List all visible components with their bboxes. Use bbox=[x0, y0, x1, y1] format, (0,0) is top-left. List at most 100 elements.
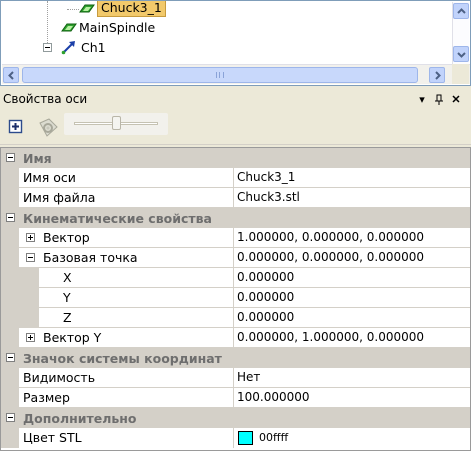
property-name: X bbox=[63, 270, 72, 285]
tree-horizontal-scrollbar[interactable] bbox=[2, 64, 470, 84]
tree-node-label: Chuck3_1 bbox=[97, 1, 166, 17]
category-kinematics[interactable]: Кинематические свойства bbox=[1, 208, 470, 228]
close-icon[interactable]: ✕ bbox=[450, 93, 462, 107]
property-value[interactable]: Chuck3.stl bbox=[237, 188, 300, 208]
expand-icon[interactable] bbox=[26, 233, 35, 242]
tree-node-ch1[interactable]: Ch1 bbox=[61, 38, 161, 57]
property-name: Базовая точка bbox=[43, 250, 138, 265]
category-label: Имя bbox=[23, 151, 52, 166]
tree-node-mainspindle[interactable]: MainSpindle bbox=[61, 18, 201, 37]
row-gutter bbox=[1, 428, 19, 448]
category-coordinate-icon[interactable]: Значок системы координат bbox=[1, 348, 470, 368]
property-value[interactable]: 1.000000, 0.000000, 0.000000 bbox=[237, 228, 424, 248]
property-value[interactable]: 0.000000 bbox=[237, 308, 294, 328]
property-value[interactable]: 0.000000, 1.000000, 0.000000 bbox=[237, 328, 424, 348]
collapse-toggle[interactable] bbox=[43, 43, 52, 52]
property-value[interactable]: 0.000000 bbox=[237, 268, 294, 288]
column-divider bbox=[233, 388, 234, 408]
properties-settings-button[interactable] bbox=[37, 117, 61, 139]
row-gutter bbox=[1, 388, 19, 408]
color-swatch[interactable] bbox=[238, 431, 253, 445]
scroll-up-button[interactable] bbox=[453, 3, 469, 19]
collapse-icon[interactable] bbox=[6, 413, 15, 422]
property-row[interactable]: Имя оси Chuck3_1 bbox=[1, 168, 470, 188]
column-divider bbox=[233, 328, 234, 348]
property-value[interactable]: 100.000000 bbox=[237, 388, 310, 408]
tree-connector bbox=[67, 9, 79, 10]
property-value[interactable]: 00ffff bbox=[259, 428, 288, 448]
property-name: Имя файла bbox=[23, 190, 96, 205]
property-name: Z bbox=[63, 310, 72, 325]
scrollbar-corner bbox=[452, 64, 469, 84]
property-row[interactable]: Имя файла Chuck3.stl bbox=[1, 188, 470, 208]
property-row[interactable]: Размер 100.000000 bbox=[1, 388, 470, 408]
scroll-right-button[interactable] bbox=[429, 67, 445, 83]
category-additional[interactable]: Дополнительно bbox=[1, 408, 470, 428]
dropdown-menu-icon[interactable]: ▾ bbox=[416, 93, 428, 107]
collapse-icon[interactable] bbox=[6, 213, 15, 222]
scroll-left-arrow-icon bbox=[8, 71, 14, 80]
property-name: Размер bbox=[23, 390, 70, 405]
panel-header: Свойства оси ▾ ✕ bbox=[0, 89, 471, 111]
property-name: Y bbox=[63, 290, 71, 305]
grip-icon bbox=[216, 72, 224, 78]
row-gutter bbox=[1, 288, 39, 308]
collapse-icon[interactable] bbox=[6, 153, 15, 162]
property-row-child[interactable]: Z 0.000000 bbox=[1, 308, 470, 328]
slider-thumb[interactable] bbox=[112, 116, 121, 130]
property-row-child[interactable]: Y 0.000000 bbox=[1, 288, 470, 308]
pin-glyph-icon bbox=[435, 94, 443, 105]
property-row[interactable]: Цвет STL 00ffff bbox=[1, 428, 470, 448]
category-label: Значок системы координат bbox=[23, 351, 222, 366]
axis-arrow-icon bbox=[61, 41, 75, 55]
category-label: Дополнительно bbox=[23, 411, 137, 426]
column-divider bbox=[233, 248, 234, 268]
expand-icon[interactable] bbox=[26, 333, 35, 342]
property-name: Видимость bbox=[23, 370, 96, 385]
property-row[interactable]: Базовая точка 0.000000, 0.000000, 0.0000… bbox=[1, 248, 470, 268]
property-row[interactable]: Вектор 1.000000, 0.000000, 0.000000 bbox=[1, 228, 470, 248]
row-gutter bbox=[1, 228, 19, 248]
panel-title: Свойства оси bbox=[3, 92, 88, 106]
tree-connector bbox=[47, 1, 48, 49]
column-divider bbox=[233, 268, 234, 288]
property-row-child[interactable]: X 0.000000 bbox=[1, 268, 470, 288]
property-value[interactable]: 0.000000 bbox=[237, 288, 294, 308]
scroll-thumb[interactable] bbox=[22, 67, 418, 83]
column-divider bbox=[233, 168, 234, 188]
row-gutter bbox=[1, 168, 19, 188]
tree-vertical-scrollbar[interactable] bbox=[452, 2, 469, 64]
scroll-right-arrow-icon bbox=[435, 71, 441, 80]
column-divider bbox=[233, 228, 234, 248]
chuck-node-icon bbox=[79, 4, 95, 13]
category-name[interactable]: Имя bbox=[1, 148, 470, 168]
pin-icon[interactable] bbox=[433, 93, 445, 107]
property-name: Вектор bbox=[43, 230, 90, 245]
column-divider bbox=[233, 188, 234, 208]
property-value[interactable]: Chuck3_1 bbox=[237, 168, 295, 188]
property-value[interactable]: Нет bbox=[237, 368, 260, 388]
column-divider bbox=[233, 288, 234, 308]
expand-all-button[interactable] bbox=[8, 119, 26, 137]
settings-page-icon bbox=[39, 118, 58, 137]
tree-node-chuck3-1[interactable]: Chuck3_1 bbox=[79, 1, 199, 18]
property-row[interactable]: Вектор Y 0.000000, 1.000000, 0.000000 bbox=[1, 328, 470, 348]
property-name: Цвет STL bbox=[23, 430, 82, 445]
zoom-slider[interactable] bbox=[64, 113, 168, 135]
property-row[interactable]: Видимость Нет bbox=[1, 368, 470, 388]
collapse-icon[interactable] bbox=[6, 353, 15, 362]
collapse-icon[interactable] bbox=[26, 253, 35, 262]
property-value[interactable]: 0.000000, 0.000000, 0.000000 bbox=[237, 248, 424, 268]
row-gutter bbox=[1, 328, 19, 348]
axis-tree[interactable]: Chuck3_1 MainSpindle Ch1 bbox=[0, 0, 471, 86]
scroll-down-button[interactable] bbox=[453, 46, 469, 62]
row-gutter bbox=[1, 188, 19, 208]
row-gutter bbox=[1, 308, 39, 328]
category-label: Кинематические свойства bbox=[23, 211, 212, 226]
scroll-left-button[interactable] bbox=[3, 67, 19, 83]
property-name: Имя оси bbox=[23, 170, 76, 185]
property-name: Вектор Y bbox=[43, 330, 102, 345]
row-gutter bbox=[1, 368, 19, 388]
property-grid[interactable]: Имя Имя оси Chuck3_1 Имя файла Chuck3.st… bbox=[0, 147, 471, 451]
spindle-node-icon bbox=[61, 23, 77, 32]
